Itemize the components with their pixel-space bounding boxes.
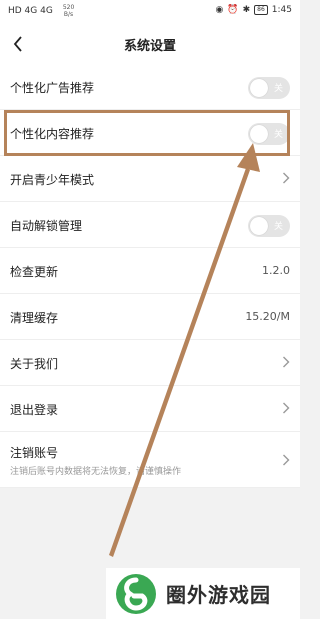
site-logo-icon <box>116 573 156 614</box>
watermark: 圈外游戏园 <box>106 568 300 619</box>
watermark-text: 圈外游戏园 <box>166 583 271 607</box>
arrow-head <box>237 143 260 172</box>
annotation-arrow <box>109 143 260 557</box>
arrow-shaft <box>109 168 250 557</box>
